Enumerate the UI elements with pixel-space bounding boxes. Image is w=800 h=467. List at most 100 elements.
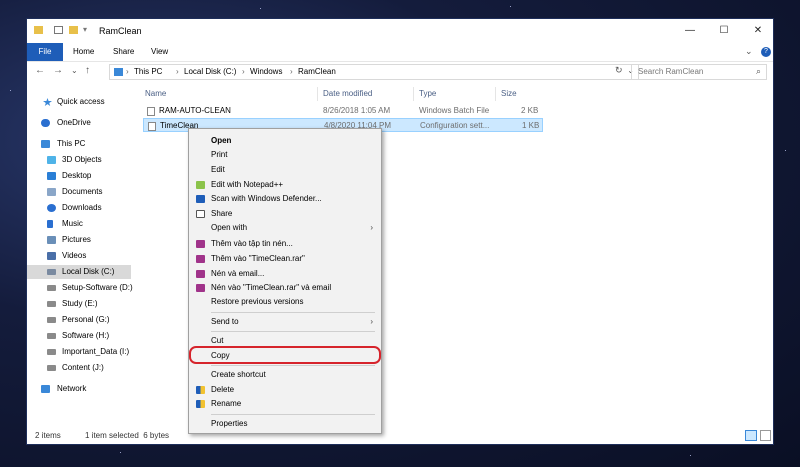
menu-item-delete[interactable]: Delete xyxy=(189,383,381,397)
expand-ribbon-icon[interactable]: ⌄ xyxy=(745,46,753,57)
sidebar-item-this-pc[interactable]: This PC xyxy=(27,137,133,151)
sidebar-item-label: Local Disk (C:) xyxy=(62,267,115,276)
file-type: Configuration sett... xyxy=(420,121,490,130)
menu-item-label: Create shortcut xyxy=(211,370,266,379)
chevron-right-icon: › xyxy=(370,223,373,232)
pictures-icon xyxy=(47,236,56,244)
column-header-type[interactable]: Type xyxy=(419,87,436,101)
menu-item-scan-defender[interactable]: Scan with Windows Defender... xyxy=(189,192,381,206)
sidebar-item-personal-g[interactable]: Personal (G:) xyxy=(27,313,133,327)
tab-file[interactable]: File xyxy=(27,43,63,61)
column-divider[interactable] xyxy=(495,87,496,101)
menu-item-winrar-compress-email[interactable]: Nén và email... xyxy=(189,267,381,281)
music-icon xyxy=(47,220,53,228)
menu-item-properties[interactable]: Properties xyxy=(189,417,381,431)
column-divider[interactable] xyxy=(317,87,318,101)
videos-icon xyxy=(47,252,56,260)
menu-item-share[interactable]: Share xyxy=(189,207,381,221)
chevron-right-icon: › xyxy=(290,67,293,76)
column-header-name[interactable]: Name xyxy=(145,87,166,101)
sidebar-item-content-j[interactable]: Content (J:) xyxy=(27,361,133,375)
address-field[interactable]: › This PC › Local Disk (C:) › Windows › … xyxy=(109,64,639,80)
chevron-right-icon: › xyxy=(242,67,245,76)
menu-item-winrar-add-rar[interactable]: Thêm vào "TimeClean.rar" xyxy=(189,252,381,266)
window-title: RamClean xyxy=(99,26,142,36)
file-date: 8/26/2018 1:05 AM xyxy=(323,106,391,115)
column-header-size[interactable]: Size xyxy=(501,87,517,101)
menu-item-print[interactable]: Print xyxy=(189,148,381,162)
menu-item-rename[interactable]: Rename xyxy=(189,397,381,411)
tab-share[interactable]: Share xyxy=(105,43,142,61)
breadcrumb-ramclean[interactable]: RamClean xyxy=(298,67,336,76)
sidebar-item-videos[interactable]: Videos xyxy=(27,249,133,263)
menu-item-create-shortcut[interactable]: Create shortcut xyxy=(189,368,381,382)
status-bar: 2 items 1 item selected 6 bytes xyxy=(27,428,773,444)
sidebar-item-music[interactable]: Music xyxy=(27,217,133,231)
menu-item-edit-notepad-plus[interactable]: Edit with Notepad++ xyxy=(189,178,381,192)
background-star xyxy=(510,6,511,7)
search-input[interactable]: Search RamClean ⌕ xyxy=(631,64,767,80)
minimize-button[interactable]: — xyxy=(673,19,707,43)
copy-highlight-ring xyxy=(189,346,381,364)
shield-icon xyxy=(196,386,205,394)
column-header-date-modified[interactable]: Date modified xyxy=(323,87,372,101)
menu-item-winrar-rar-email[interactable]: Nén vào "TimeClean.rar" và email xyxy=(189,281,381,295)
tab-home[interactable]: Home xyxy=(65,43,102,61)
menu-item-label: Thêm vào tập tin nén... xyxy=(211,239,293,248)
menu-item-send-to[interactable]: Send to › xyxy=(189,315,381,329)
menu-item-label: Open xyxy=(211,136,232,145)
breadcrumb-local-disk[interactable]: Local Disk (C:) xyxy=(184,67,236,76)
sidebar-item-setup-software-d[interactable]: Setup-Software (D:) xyxy=(27,281,133,295)
sidebar-item-quick-access[interactable]: Quick access xyxy=(27,95,133,109)
sidebar-item-onedrive[interactable]: OneDrive xyxy=(27,116,133,130)
menu-separator xyxy=(211,331,375,332)
sidebar-item-label: Quick access xyxy=(57,97,105,106)
sidebar-item-label: Pictures xyxy=(62,235,91,244)
title-bar: ▾ RamClean — ☐ ✕ xyxy=(27,19,773,43)
column-divider[interactable] xyxy=(413,87,414,101)
cloud-icon xyxy=(41,119,50,127)
close-button[interactable]: ✕ xyxy=(741,19,775,43)
menu-item-edit[interactable]: Edit xyxy=(189,163,381,177)
new-folder-icon[interactable] xyxy=(69,26,78,34)
properties-icon[interactable] xyxy=(54,26,63,34)
breadcrumb-windows[interactable]: Windows xyxy=(250,67,282,76)
menu-item-open-with[interactable]: Open with › xyxy=(189,221,381,235)
background-star xyxy=(260,8,261,9)
forward-icon[interactable]: → xyxy=(53,65,63,76)
sidebar-item-desktop[interactable]: Desktop xyxy=(27,169,133,183)
context-menu: Open Print Edit Edit with Notepad++ Scan… xyxy=(188,128,382,434)
notepad-icon xyxy=(196,181,205,189)
recent-locations-icon[interactable]: ⌄ xyxy=(71,66,78,75)
menu-separator xyxy=(211,365,375,366)
tab-view[interactable]: View xyxy=(143,43,176,61)
refresh-icon[interactable]: ↻ xyxy=(615,65,623,76)
sidebar-item-local-disk-c[interactable]: Local Disk (C:) xyxy=(27,265,131,279)
menu-item-winrar-add-archive[interactable]: Thêm vào tập tin nén... xyxy=(189,237,381,251)
table-row[interactable]: RAM-AUTO-CLEAN 8/26/2018 1:05 AM Windows… xyxy=(143,104,543,118)
winrar-icon xyxy=(196,270,205,278)
up-icon[interactable]: ↑ xyxy=(85,65,90,76)
sidebar-item-label: Important_Data (I:) xyxy=(62,347,130,356)
back-icon[interactable]: ← xyxy=(35,65,45,76)
menu-item-open[interactable]: Open xyxy=(189,134,381,148)
menu-item-label: Properties xyxy=(211,419,248,428)
drive-icon xyxy=(47,301,56,307)
sidebar-item-documents[interactable]: Documents xyxy=(27,185,133,199)
batch-file-icon xyxy=(147,107,155,116)
sidebar-item-important-data-i[interactable]: Important_Data (I:) xyxy=(27,345,133,359)
breadcrumb-this-pc[interactable]: This PC xyxy=(134,67,162,76)
menu-item-restore-versions[interactable]: Restore previous versions xyxy=(189,295,381,309)
details-view-icon[interactable] xyxy=(745,430,757,441)
qat-dropdown-icon[interactable]: ▾ xyxy=(83,25,87,34)
sidebar-item-3d-objects[interactable]: 3D Objects xyxy=(27,153,133,167)
maximize-button[interactable]: ☐ xyxy=(707,19,741,43)
sidebar-item-pictures[interactable]: Pictures xyxy=(27,233,133,247)
sidebar-item-network[interactable]: Network xyxy=(27,382,133,396)
sidebar-item-study-e[interactable]: Study (E:) xyxy=(27,297,133,311)
menu-item-label: Send to xyxy=(211,317,239,326)
sidebar-item-software-h[interactable]: Software (H:) xyxy=(27,329,133,343)
sidebar-item-downloads[interactable]: Downloads xyxy=(27,201,133,215)
help-icon[interactable]: ? xyxy=(761,47,771,57)
large-icons-view-icon[interactable] xyxy=(760,430,771,441)
